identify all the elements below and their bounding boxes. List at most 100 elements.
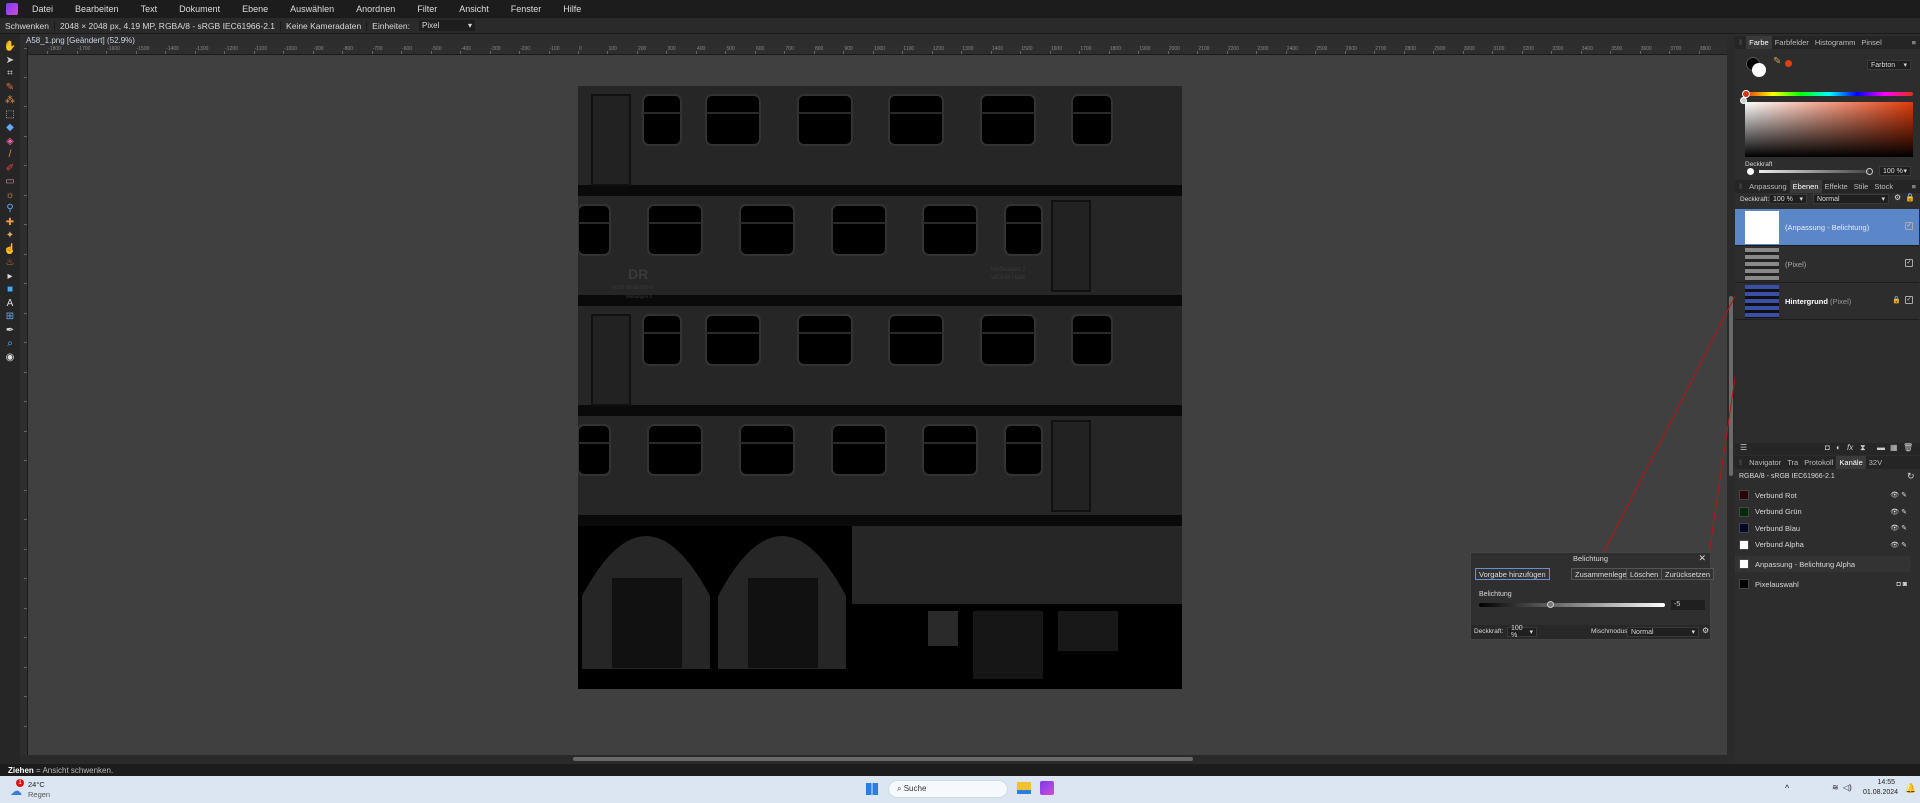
tab-pinsel[interactable]: Pinsel (1858, 36, 1884, 49)
menu-datei[interactable]: Datei (32, 4, 53, 14)
exposure-value-field[interactable]: -5 (1671, 600, 1705, 610)
rectangle-icon[interactable]: ■ (2, 283, 18, 297)
tab-effekte[interactable]: Effekte (1822, 180, 1851, 193)
menu-ebene[interactable]: Ebene (242, 4, 268, 14)
tray-chevron-up-icon[interactable]: ^ (1785, 783, 1789, 793)
lock-icon[interactable]: 🔒 (1892, 296, 1901, 304)
node-icon[interactable]: ▸ (2, 270, 18, 284)
fill-icon[interactable]: ◆ (2, 121, 18, 135)
burn-icon[interactable]: ♨ (2, 256, 18, 270)
visibility-checkbox[interactable]: ✓ (1905, 296, 1913, 304)
scroll-thumb[interactable] (573, 757, 1193, 761)
menu-auswaehlen[interactable]: Auswählen (290, 4, 334, 14)
channel-row[interactable]: Verbund Blau 👁 ✎ (1735, 520, 1911, 536)
menu-ansicht[interactable]: Ansicht (459, 4, 489, 14)
tab-ebenen[interactable]: Ebenen (1789, 180, 1822, 193)
secondary-color-swatch[interactable] (1752, 63, 1766, 77)
layer-row-pixel[interactable]: (Pixel) ✓ (1735, 246, 1919, 283)
paint-brush-icon[interactable]: / (2, 148, 18, 162)
folder-icon[interactable]: ▬ (1877, 443, 1885, 452)
layer-blend-select[interactable]: Normal ▾ (1813, 194, 1889, 204)
add-preset-button[interactable]: Vorgabe hinzufügen (1475, 568, 1550, 580)
tab-stile[interactable]: Stile (1851, 180, 1872, 193)
smudge-icon[interactable]: ☝ (2, 243, 18, 257)
trash-icon[interactable]: 🗑 (1903, 443, 1913, 452)
tab-farbe[interactable]: Farbe (1746, 36, 1772, 49)
menu-fenster[interactable]: Fenster (511, 4, 542, 14)
flood-select-icon[interactable]: ⁂ (2, 94, 18, 108)
windows-start-icon[interactable] (866, 783, 878, 795)
tab-kanaele[interactable]: Kanäle (1836, 456, 1866, 469)
gear-icon[interactable]: ⚙ (1702, 626, 1709, 635)
layer-row-background[interactable]: Hintergrund (Pixel) 🔒 ✓ (1735, 283, 1919, 320)
zoom-icon[interactable]: ⊞ (2, 310, 18, 324)
menu-bearbeiten[interactable]: Bearbeiten (75, 4, 119, 14)
saturation-value-picker[interactable] (1745, 102, 1913, 157)
blemish-icon[interactable]: ✦ (2, 229, 18, 243)
horizontal-scrollbar[interactable] (28, 755, 1727, 763)
move-icon[interactable]: ➤ (2, 54, 18, 68)
layer-opacity-field[interactable]: 100 % ▾ (1769, 194, 1807, 204)
visibility-eye-icon[interactable]: 👁 ✎ (1890, 508, 1907, 516)
tab-histogramm[interactable]: Histogramm (1812, 36, 1858, 49)
visibility-eye-icon[interactable]: 👁 ✎ (1890, 524, 1907, 532)
clock-time[interactable]: 14:55 (1875, 779, 1895, 786)
file-explorer-icon[interactable] (1017, 782, 1031, 794)
taskbar-search[interactable]: ⌕ Suche (888, 780, 1008, 798)
menu-filter[interactable]: Filter (417, 4, 437, 14)
menu-text[interactable]: Text (141, 4, 158, 14)
exposure-slider[interactable] (1479, 603, 1665, 607)
channel-row[interactable]: Verbund Grün 👁 ✎ (1735, 504, 1911, 520)
eyedropper-icon[interactable]: ✎ (1773, 56, 1781, 67)
reset-button[interactable]: Zurücksetzen (1661, 568, 1715, 580)
tab-transform[interactable]: Tra (1784, 456, 1801, 469)
clock-date[interactable]: 01.08.2024 (1863, 789, 1898, 796)
fx-icon[interactable]: fx (1847, 443, 1853, 452)
color-mode-select[interactable]: Farbton ▾ (1867, 60, 1911, 70)
menu-anordnen[interactable]: Anordnen (356, 4, 395, 14)
gradient-icon[interactable]: ◈ (2, 135, 18, 149)
layers-stack-icon[interactable]: ☰ (1740, 443, 1747, 452)
visibility-checkbox[interactable]: ✓ (1905, 259, 1913, 267)
scroll-thumb[interactable] (1729, 296, 1733, 476)
channel-row[interactable]: Verbund Alpha 👁 ✎ (1735, 537, 1911, 553)
document-tab[interactable]: A58_1.png [Geändert] (52.9%) (20, 34, 1727, 46)
live-filter-icon[interactable]: ⧗ (1860, 443, 1866, 453)
opacity-handle[interactable] (1866, 168, 1873, 175)
hue-slider[interactable] (1745, 92, 1913, 96)
color-picker-icon[interactable]: ⌕ (2, 337, 18, 351)
weather-temp[interactable]: 24°C (28, 780, 45, 789)
weather-desc[interactable]: Regen (28, 790, 50, 799)
blend-mode-select[interactable]: Normal ▾ (1627, 627, 1699, 637)
channel-pixel-selection[interactable]: Pixelauswahl ◘ ◙ (1735, 576, 1911, 592)
marquee-icon[interactable]: ⬚ (2, 108, 18, 122)
clone-icon[interactable]: ⚲ (2, 202, 18, 216)
close-icon[interactable]: ✕ (1698, 553, 1706, 564)
dodge-icon[interactable]: ☼ (2, 189, 18, 203)
exposure-slider-handle[interactable] (1546, 601, 1554, 608)
layer-row-adjustment[interactable]: (Anpassung - Belichtung) ✓ (1735, 209, 1919, 246)
tab-farbfelder[interactable]: Farbfelder (1772, 36, 1812, 49)
tab-stock[interactable]: Stock (1871, 180, 1896, 193)
tab-navigator[interactable]: Navigator (1746, 456, 1784, 469)
sv-handle[interactable] (1740, 97, 1747, 104)
text-icon[interactable]: A (2, 297, 18, 311)
notification-bell-icon[interactable]: 🔔 (1905, 783, 1916, 794)
opacity-value-field[interactable]: 100 % ▾ (1879, 166, 1911, 176)
erase-icon[interactable]: ▭ (2, 175, 18, 189)
hand-icon[interactable]: ✋ (2, 40, 18, 54)
units-select[interactable]: Pixel ▾ (418, 20, 475, 31)
panel-menu-icon[interactable]: ≡ (1909, 36, 1920, 49)
canvas[interactable]: DR 60 80 99-08 101-6 Meßwagen 2 Meßwagen… (28, 55, 1727, 755)
menu-dokument[interactable]: Dokument (179, 4, 220, 14)
opacity-slider[interactable] (1759, 170, 1869, 173)
pen-icon[interactable]: ✒ (2, 324, 18, 338)
affinity-photo-icon[interactable] (1040, 781, 1054, 795)
dialog-opacity-field[interactable]: 100 % ▾ (1507, 625, 1537, 639)
tab-anpassung[interactable]: Anpassung (1746, 180, 1790, 193)
menu-hilfe[interactable]: Hilfe (563, 4, 581, 14)
healing-icon[interactable]: ✚ (2, 216, 18, 230)
channel-row[interactable]: Verbund Rot 👁 ✎ (1735, 487, 1911, 503)
refresh-icon[interactable]: ↻ (1907, 471, 1915, 482)
crop-icon[interactable]: ⌗ (2, 67, 18, 81)
